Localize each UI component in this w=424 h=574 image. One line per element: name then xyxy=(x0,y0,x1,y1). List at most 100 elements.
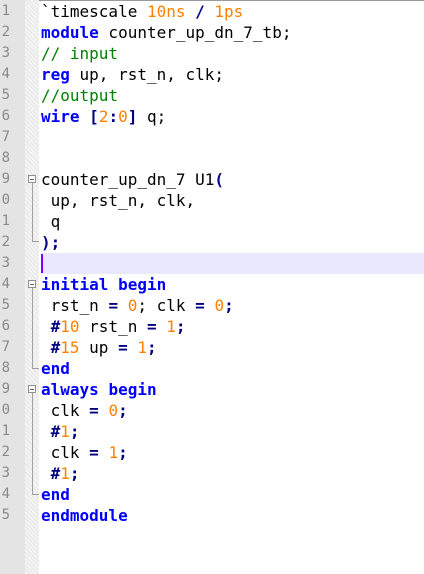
code-line: initial begin xyxy=(41,274,424,295)
code-line: #1; xyxy=(41,463,424,484)
fold-collapse-icon[interactable] xyxy=(28,175,36,183)
text-caret xyxy=(41,254,43,273)
identifier: counter_up_dn_7_tb; xyxy=(98,23,292,42)
number-literal: 1 xyxy=(60,464,70,483)
operator: # xyxy=(41,422,61,441)
fold-collapse-icon[interactable] xyxy=(28,385,36,393)
line-number: 1 xyxy=(1,3,10,19)
operator: ; xyxy=(146,338,157,357)
line-number-gutter[interactable]: 1 2 3 4 5 6 7 8 9 0 1 2 3 4 5 6 7 8 9 0 … xyxy=(0,0,25,574)
line-number: 4 xyxy=(1,486,10,502)
identifier: up, rst_n, clk; xyxy=(69,65,225,84)
number-literal: 10ns xyxy=(146,2,186,21)
operator: = xyxy=(146,317,157,336)
line-number: 5 xyxy=(1,297,10,313)
code-line: end xyxy=(41,358,424,379)
operator: = xyxy=(118,338,128,357)
code-line: always begin xyxy=(41,379,424,400)
code-line: // input xyxy=(41,43,424,64)
keyword: begin xyxy=(118,275,167,294)
line-number: 2 xyxy=(1,24,10,40)
identifier: q; xyxy=(137,107,167,126)
identifier: rst_n xyxy=(79,317,147,336)
operator: # xyxy=(41,464,61,483)
operator: ] xyxy=(127,107,138,126)
operator: [ xyxy=(89,107,99,126)
code-line: `timescale 10ns / 1ps xyxy=(41,1,424,22)
line-number: 1 xyxy=(1,213,10,229)
line-number: 8 xyxy=(1,150,10,166)
line-number: 8 xyxy=(1,360,10,376)
line-number: 0 xyxy=(1,192,10,208)
number-literal: 0 xyxy=(118,107,128,126)
identifier: ; clk xyxy=(137,296,196,315)
number-literal: 15 xyxy=(60,338,80,357)
code-line: q xyxy=(41,211,424,232)
line-number: 3 xyxy=(1,255,10,271)
keyword: always xyxy=(41,380,99,399)
line-number: 5 xyxy=(1,87,10,103)
identifier: up, rst_n, clk, xyxy=(41,191,196,210)
keyword: begin xyxy=(108,380,157,399)
comment: // input xyxy=(41,44,119,63)
line-number: 4 xyxy=(1,66,10,82)
operator: : xyxy=(108,107,119,126)
operator: = xyxy=(89,401,99,420)
line-number: 9 xyxy=(1,171,10,187)
identifier: up xyxy=(79,338,119,357)
line-number: 0 xyxy=(1,402,10,418)
code-line: clk = 0; xyxy=(41,400,424,421)
operator: ); xyxy=(41,233,61,252)
keyword: end xyxy=(41,359,70,378)
fold-collapse-icon[interactable] xyxy=(28,280,36,288)
number-literal: 10 xyxy=(60,317,80,336)
code-line: endmodule xyxy=(41,505,424,526)
identifier: q xyxy=(41,212,61,231)
number-literal: 1ps xyxy=(214,2,244,21)
operator: # xyxy=(41,317,61,336)
code-line: //output xyxy=(41,85,424,106)
timescale-directive: `timescale xyxy=(41,2,147,21)
fold-end-marker xyxy=(32,368,39,369)
operator: ; xyxy=(69,464,80,483)
line-number: 1 xyxy=(1,423,10,439)
line-number: 3 xyxy=(1,45,10,61)
code-line: reg up, rst_n, clk; xyxy=(41,64,424,85)
code-line: #10 rst_n = 1; xyxy=(41,316,424,337)
operator: / xyxy=(185,2,215,21)
number-literal: 1 xyxy=(137,338,147,357)
operator: ; xyxy=(175,317,186,336)
line-number: 6 xyxy=(1,108,10,124)
operator: ; xyxy=(69,422,80,441)
operator: = xyxy=(89,443,99,462)
code-line: #1; xyxy=(41,421,424,442)
operator: ; xyxy=(118,443,128,462)
current-code-line[interactable] xyxy=(41,253,424,274)
fold-end-marker xyxy=(32,241,39,242)
keyword: initial xyxy=(41,275,109,294)
operator: ; xyxy=(224,296,234,315)
operator: = xyxy=(108,296,119,315)
keyword: reg xyxy=(41,65,70,84)
operator: ( xyxy=(214,170,225,189)
line-number: 3 xyxy=(1,465,10,481)
identifier: rst_n xyxy=(41,296,109,315)
number-literal: 2 xyxy=(98,107,109,126)
line-number: 2 xyxy=(1,444,10,460)
keyword: module xyxy=(41,23,99,42)
code-line: clk = 1; xyxy=(41,442,424,463)
code-line: #15 up = 1; xyxy=(41,337,424,358)
fold-guide-line xyxy=(32,183,33,241)
number-literal: 1 xyxy=(166,317,176,336)
number-literal: 0 xyxy=(127,296,138,315)
number-literal: 0 xyxy=(108,401,119,420)
number-literal: 1 xyxy=(60,422,70,441)
